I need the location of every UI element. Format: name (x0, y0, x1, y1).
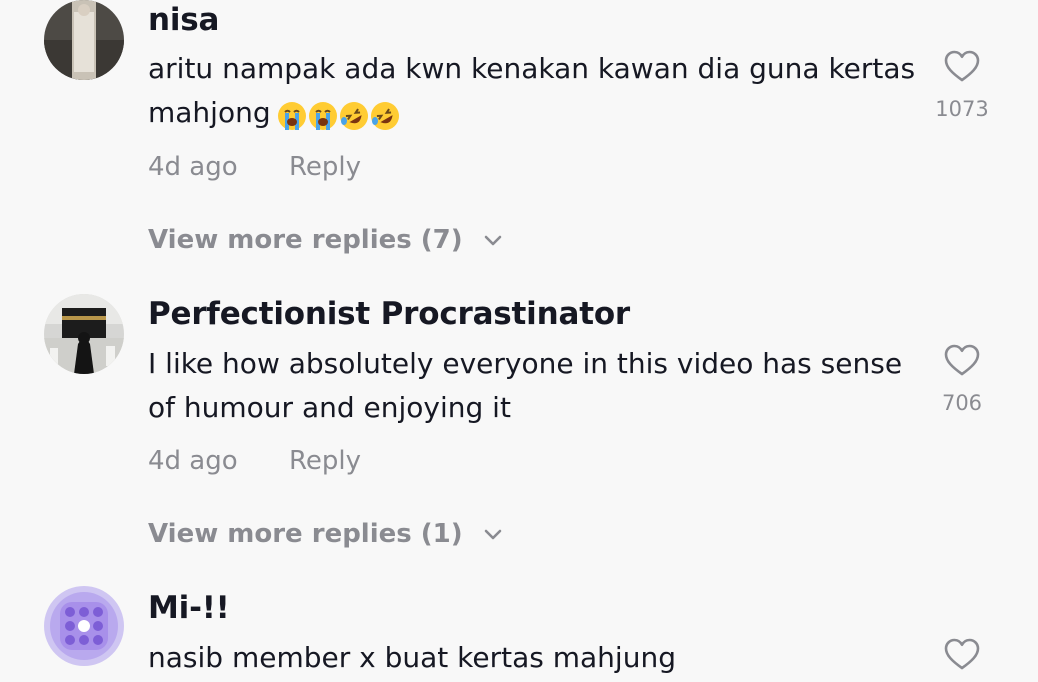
view-more-replies-label: View more replies (7) (148, 225, 463, 255)
comment-body: aritu nampak ada kwn kenakan kawan dia g… (148, 52, 916, 129)
comment-time: 4d ago (148, 152, 238, 182)
reply-button[interactable]: Reply (289, 152, 361, 182)
heart-outline-icon (930, 344, 994, 377)
like-count: 706 (941, 391, 983, 415)
avatar[interactable] (44, 586, 124, 666)
heart-outline-icon (930, 638, 994, 671)
view-more-replies-label: View more replies (1) (148, 519, 463, 549)
chevron-down-icon (484, 518, 502, 548)
view-more-replies-button[interactable]: View more replies (7) (148, 225, 502, 255)
like-button[interactable] (930, 638, 994, 671)
comment-body: I like how absolutely everyone in this v… (148, 347, 903, 424)
emoji-group (277, 92, 401, 136)
like-count: 1073 (935, 97, 989, 121)
comment-body: nasib member x buat kertas mahjung (148, 641, 676, 674)
rolling-on-floor-laughing-emoji-icon (370, 100, 400, 130)
comment-time: 4d ago (148, 446, 238, 476)
heart-outline-icon (930, 50, 994, 83)
comment-username[interactable]: Perfectionist Procrastinator (148, 296, 630, 332)
rolling-on-floor-laughing-emoji-icon (339, 100, 369, 130)
chevron-down-icon (484, 224, 502, 254)
reply-button[interactable]: Reply (289, 446, 361, 476)
comment-text: aritu nampak ada kwn kenakan kawan dia g… (148, 47, 918, 136)
avatar[interactable] (44, 0, 124, 80)
comment-meta: 4d ago Reply (148, 152, 361, 182)
comment-text: I like how absolutely everyone in this v… (148, 342, 918, 430)
avatar[interactable] (44, 294, 124, 374)
like-button[interactable]: 1073 (930, 50, 994, 121)
loudly-crying-face-emoji-icon (277, 100, 307, 130)
comment-username[interactable]: nisa (148, 2, 219, 38)
view-more-replies-button[interactable]: View more replies (1) (148, 519, 502, 549)
loudly-crying-face-emoji-icon (308, 100, 338, 130)
comment-username[interactable]: Mi-!! (148, 590, 230, 626)
comment-meta: 4d ago Reply (148, 446, 361, 476)
like-button[interactable]: 706 (930, 344, 994, 415)
comment-text: nasib member x buat kertas mahjung (148, 636, 918, 680)
